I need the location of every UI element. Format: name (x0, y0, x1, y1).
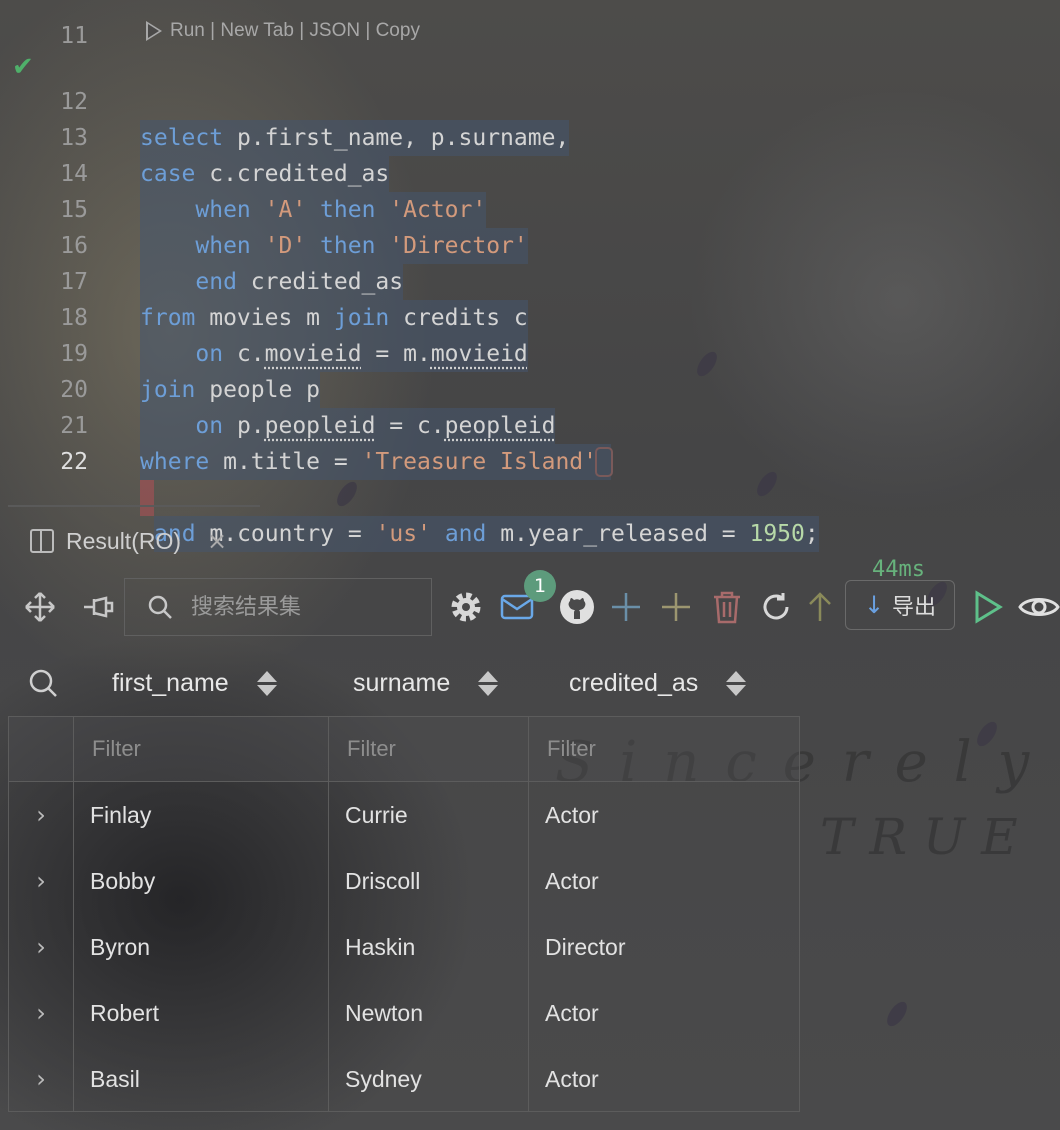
sort-icon[interactable] (478, 670, 499, 696)
play-icon[interactable] (968, 578, 1008, 636)
editor-line-20[interactable]: 20 on p.peopleid = c.peopleid (0, 336, 1060, 444)
eye-icon[interactable] (1018, 578, 1060, 636)
filter-input-first-name[interactable] (90, 735, 254, 763)
table-header: first_name surname credited_as (8, 650, 800, 716)
cell-credited-as[interactable]: Actor (528, 782, 799, 848)
tab-result[interactable]: Result(RO) × (8, 505, 260, 575)
table-search-icon[interactable] (28, 650, 58, 716)
notification-badge: 1 (524, 570, 556, 602)
cell-surname[interactable]: Newton (328, 980, 528, 1046)
column-label: credited_as (569, 668, 699, 697)
table-row[interactable]: › Robert Newton Actor (8, 980, 800, 1046)
chevron-right-icon[interactable]: › (9, 1046, 73, 1112)
column-header-surname[interactable]: surname (353, 650, 499, 716)
gear-icon[interactable] (446, 578, 486, 636)
column-header-credited-as[interactable]: credited_as (569, 650, 747, 716)
export-label: 导出 (892, 595, 937, 620)
github-icon[interactable] (556, 578, 598, 636)
chevron-right-icon[interactable]: › (9, 980, 73, 1046)
move-icon[interactable] (20, 578, 60, 636)
background-watermark-text-2: TRUE (820, 808, 1034, 866)
filter-input-surname[interactable] (345, 735, 509, 763)
export-button[interactable]: ↓ 导出 (845, 580, 955, 630)
codelens-actions[interactable]: Run | New Tab | JSON | Copy (146, 20, 420, 42)
pin-icon[interactable] (78, 578, 118, 636)
cell-surname[interactable]: Currie (328, 782, 528, 848)
chevron-right-icon[interactable]: › (9, 914, 73, 980)
sql-editor[interactable]: 11 Run | New Tab | JSON | Copy ✔ 12 sele… (0, 0, 1060, 582)
editor-line-15[interactable]: 15 when 'D' then 'Director' (0, 156, 1060, 264)
cell-surname[interactable]: Haskin (328, 914, 528, 980)
filter-cell-surname (328, 717, 528, 781)
search-input[interactable] (189, 593, 423, 621)
editor-line-21[interactable]: 21 where m.title = 'Treasure Island' (0, 372, 1060, 480)
cell-first-name[interactable]: Basil (73, 1046, 328, 1112)
cell-credited-as[interactable]: Actor (528, 848, 799, 914)
add-column-icon[interactable] (656, 578, 696, 636)
filter-input-credited-as[interactable] (545, 735, 709, 763)
sort-icon[interactable] (726, 670, 747, 696)
table-row[interactable]: › Byron Haskin Director (8, 914, 800, 980)
result-toolbar: 1 ↓ 导出 (0, 570, 1060, 636)
editor-line-22[interactable]: 22 and m.country = 'us' and m.year_relea… (0, 408, 1060, 582)
column-label: surname (353, 668, 451, 697)
editor-line-14[interactable]: 14 when 'A' then 'Actor' (0, 120, 1060, 228)
table-body: › Finlay Currie Actor › Bobby Driscoll A… (8, 782, 800, 1112)
cell-credited-as[interactable]: Actor (528, 980, 799, 1046)
run-triangle-icon[interactable] (146, 21, 162, 41)
arrow-up-icon[interactable] (800, 578, 840, 636)
column-header-first-name[interactable]: first_name (112, 650, 277, 716)
editor-line-13[interactable]: 13 case c.credited_as (0, 84, 1060, 192)
cell-first-name[interactable]: Finlay (73, 782, 328, 848)
editor-line-19[interactable]: 19 join people p (0, 300, 1060, 408)
cell-first-name[interactable]: Robert (73, 980, 328, 1046)
cell-first-name[interactable]: Bobby (73, 848, 328, 914)
table-row[interactable]: › Bobby Driscoll Actor (8, 848, 800, 914)
sort-icon[interactable] (256, 670, 277, 696)
add-row-icon[interactable] (606, 578, 646, 636)
chevron-right-icon[interactable]: › (9, 848, 73, 914)
result-tabbar: Result(RO) × (0, 505, 1060, 575)
search-icon (148, 595, 172, 619)
editor-line-12[interactable]: 12 select p.first_name, p.surname, (0, 48, 1060, 156)
cell-first-name[interactable]: Byron (73, 914, 328, 980)
result-search-box[interactable] (124, 578, 432, 636)
cell-surname[interactable]: Sydney (328, 1046, 528, 1112)
refresh-icon[interactable] (756, 578, 796, 636)
column-label: first_name (112, 668, 229, 697)
result-table: first_name surname credited_as › Finlay … (8, 650, 800, 1112)
filter-cell-credited-as (528, 717, 799, 781)
line-number: 22 (60, 449, 88, 475)
editor-line: 11 (0, 0, 1060, 49)
editor-line-16[interactable]: 16 end credited_as (0, 192, 1060, 300)
table-row[interactable]: › Finlay Currie Actor (8, 782, 800, 848)
cell-credited-as[interactable]: Actor (528, 1046, 799, 1112)
editor-line-18[interactable]: 18 on c.movieid = m.movieid (0, 264, 1060, 372)
close-icon[interactable]: × (207, 527, 227, 555)
cell-surname[interactable]: Driscoll (328, 848, 528, 914)
trash-icon[interactable] (707, 578, 747, 636)
panel-layout-icon[interactable] (30, 529, 54, 553)
chevron-right-icon[interactable]: › (9, 782, 73, 848)
cell-credited-as[interactable]: Director (528, 914, 799, 980)
editor-line-17[interactable]: 17 from movies m join credits c (0, 228, 1060, 336)
arrow-down-icon: ↓ (863, 591, 885, 619)
codelens-links[interactable]: Run | New Tab | JSON | Copy (170, 20, 420, 42)
table-row[interactable]: › Basil Sydney Actor (8, 1046, 800, 1112)
tab-label: Result(RO) (66, 527, 182, 554)
filter-row (8, 716, 800, 782)
filter-cell-first-name (73, 717, 328, 781)
